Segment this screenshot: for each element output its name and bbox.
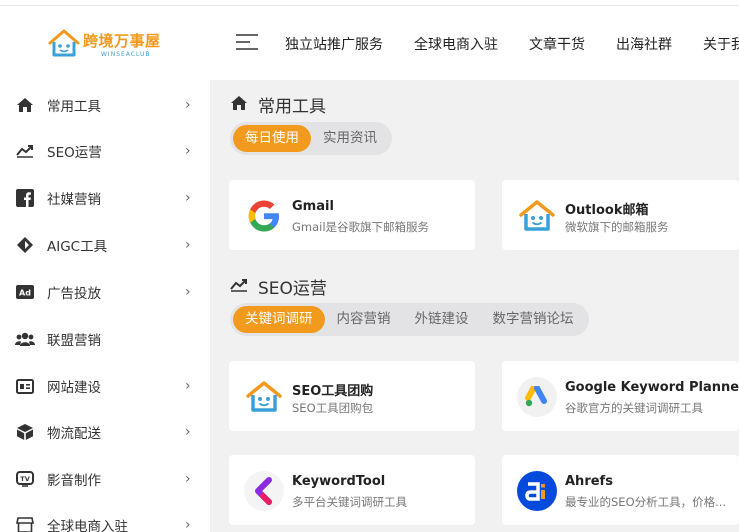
- nav-link-articles[interactable]: 文章干货: [529, 34, 585, 54]
- svg-text:Ad: Ad: [19, 289, 31, 298]
- nav-link-ecommerce[interactable]: 全球电商入驻: [414, 34, 498, 54]
- google-ads-icon: [517, 377, 557, 417]
- chevron-right-icon: ›: [185, 424, 191, 440]
- card-description: 最专业的SEO分析工具，价格...: [565, 495, 727, 509]
- home-icon: [230, 95, 248, 115]
- section-heading: SEO运营: [258, 279, 327, 299]
- nav-link-community[interactable]: 出海社群: [616, 34, 672, 54]
- sidebar-item-label: 社媒营销: [47, 192, 101, 208]
- ad-icon: Ad: [15, 282, 35, 302]
- tool-card-outlook[interactable]: Outlook邮箱 微软旗下的邮箱服务: [502, 180, 739, 250]
- section-title-common-tools: 常用工具: [230, 92, 326, 117]
- chevron-right-icon: ›: [185, 97, 191, 113]
- svg-text:TV: TV: [20, 475, 29, 483]
- google-g-icon: [244, 196, 284, 236]
- keywordtool-k-icon: [244, 471, 284, 511]
- card-title: Gmail: [292, 199, 334, 214]
- sidebar-item-label: 全球电商入驻: [47, 519, 128, 532]
- card-description: 微软旗下的邮箱服务: [565, 220, 669, 234]
- card-title: Ahrefs: [565, 474, 613, 489]
- sidebar-item-social[interactable]: 社媒营销 ›: [0, 175, 210, 221]
- trend-icon: [230, 277, 248, 296]
- section-title-seo: SEO运营: [230, 274, 327, 299]
- tool-card-google-keyword-planner[interactable]: Google Keyword Planner 谷歌官方的关键词调研工具: [502, 361, 739, 431]
- tool-card-gmail[interactable]: Gmail Gmail是谷歌旗下邮箱服务: [229, 180, 475, 250]
- card-title: SEO工具团购: [292, 384, 374, 399]
- sidebar-item-label: 常用工具: [47, 99, 101, 115]
- menu-toggle-icon[interactable]: [236, 34, 258, 52]
- brand-subtitle: WINSEACLUB: [101, 51, 151, 58]
- card-description: Gmail是谷歌旗下邮箱服务: [292, 220, 430, 234]
- card-title: Outlook邮箱: [565, 203, 649, 218]
- shop-icon: [15, 515, 35, 532]
- sidebar-item-label: SEO运营: [47, 145, 102, 161]
- trend-icon: [15, 141, 35, 161]
- nav-link-promo[interactable]: 独立站推广服务: [285, 34, 383, 54]
- tool-card-seo-group-buy[interactable]: SEO工具团购 SEO工具团购包: [229, 361, 475, 431]
- top-nav: 独立站推广服务 全球电商入驻 文章干货 出海社群 关于我: [285, 34, 739, 54]
- card-title: Google Keyword Planner: [565, 380, 739, 395]
- sidebar-item-seo[interactable]: SEO运营 ›: [0, 128, 210, 174]
- sidebar-item-ads[interactable]: Ad 广告投放 ›: [0, 269, 210, 315]
- tab-keyword-research[interactable]: 关键词调研: [233, 306, 325, 333]
- logo-house-icon: [48, 29, 80, 57]
- box-icon: [15, 422, 35, 442]
- people-icon: [15, 329, 35, 349]
- chevron-right-icon: ›: [185, 284, 191, 300]
- chevron-right-icon: ›: [185, 471, 191, 487]
- card-description: 谷歌官方的关键词调研工具: [565, 401, 703, 415]
- chevron-right-icon: ›: [185, 190, 191, 206]
- tab-useful-info[interactable]: 实用资讯: [311, 125, 389, 152]
- sidebar-item-global-ecommerce[interactable]: 全球电商入驻 ›: [0, 502, 210, 532]
- card-description: SEO工具团购包: [292, 401, 374, 415]
- sidebar-item-label: 影音制作: [47, 473, 101, 489]
- sidebar-item-affiliate[interactable]: 联盟营销: [0, 316, 210, 362]
- chevron-right-icon: ›: [185, 517, 191, 532]
- sidebar-item-label: 物流配送: [47, 426, 101, 442]
- nav-link-about[interactable]: 关于我: [703, 34, 739, 54]
- site-logo[interactable]: 跨境万事屋 WINSEACLUB: [47, 28, 167, 62]
- ahrefs-logo-icon: [517, 471, 557, 511]
- sidebar-item-label: 网站建设: [47, 380, 101, 396]
- chevron-right-icon: ›: [185, 143, 191, 159]
- house-logo-icon: [517, 196, 557, 236]
- sidebar-item-label: 广告投放: [47, 286, 101, 302]
- home-icon: [15, 95, 35, 115]
- diamond-icon: [15, 235, 35, 255]
- sidebar-item-media[interactable]: TV 影音制作 ›: [0, 456, 210, 502]
- brand-name: 跨境万事屋: [83, 32, 161, 50]
- header: 跨境万事屋 WINSEACLUB 独立站推广服务 全球电商入驻 文章干货 出海社…: [0, 6, 739, 80]
- sidebar-item-label: AIGC工具: [47, 239, 108, 255]
- tool-card-keywordtool[interactable]: KeywordTool 多平台关键词调研工具: [229, 455, 475, 525]
- chevron-right-icon: ›: [185, 378, 191, 394]
- tab-link-building[interactable]: 外链建设: [403, 306, 481, 333]
- tab-group-common-tools: 每日使用 实用资讯: [230, 122, 392, 155]
- house-logo-icon: [244, 377, 284, 417]
- tab-content-marketing[interactable]: 内容营销: [325, 306, 403, 333]
- sidebar-item-logistics[interactable]: 物流配送 ›: [0, 409, 210, 455]
- tab-group-seo: 关键词调研 内容营销 外链建设 数字营销论坛: [230, 303, 589, 336]
- sidebar-item-label: 联盟营销: [47, 333, 101, 349]
- facebook-icon: [15, 188, 35, 208]
- tv-icon: TV: [15, 469, 35, 489]
- tool-card-ahrefs[interactable]: Ahrefs 最专业的SEO分析工具，价格...: [502, 455, 739, 525]
- section-heading: 常用工具: [258, 97, 326, 117]
- card-title: KeywordTool: [292, 474, 386, 489]
- tab-daily-use[interactable]: 每日使用: [233, 125, 311, 152]
- sidebar: 常用工具 › SEO运营 › 社媒营销 › AIGC工具 › Ad 广告投放 ›…: [0, 80, 210, 532]
- sidebar-item-aigc[interactable]: AIGC工具 ›: [0, 222, 210, 268]
- card-description: 多平台关键词调研工具: [292, 495, 407, 509]
- website-icon: [15, 376, 35, 396]
- sidebar-item-common-tools[interactable]: 常用工具 ›: [0, 82, 210, 128]
- tab-marketing-forum[interactable]: 数字营销论坛: [481, 306, 586, 333]
- sidebar-item-website[interactable]: 网站建设 ›: [0, 363, 210, 409]
- chevron-right-icon: ›: [185, 237, 191, 253]
